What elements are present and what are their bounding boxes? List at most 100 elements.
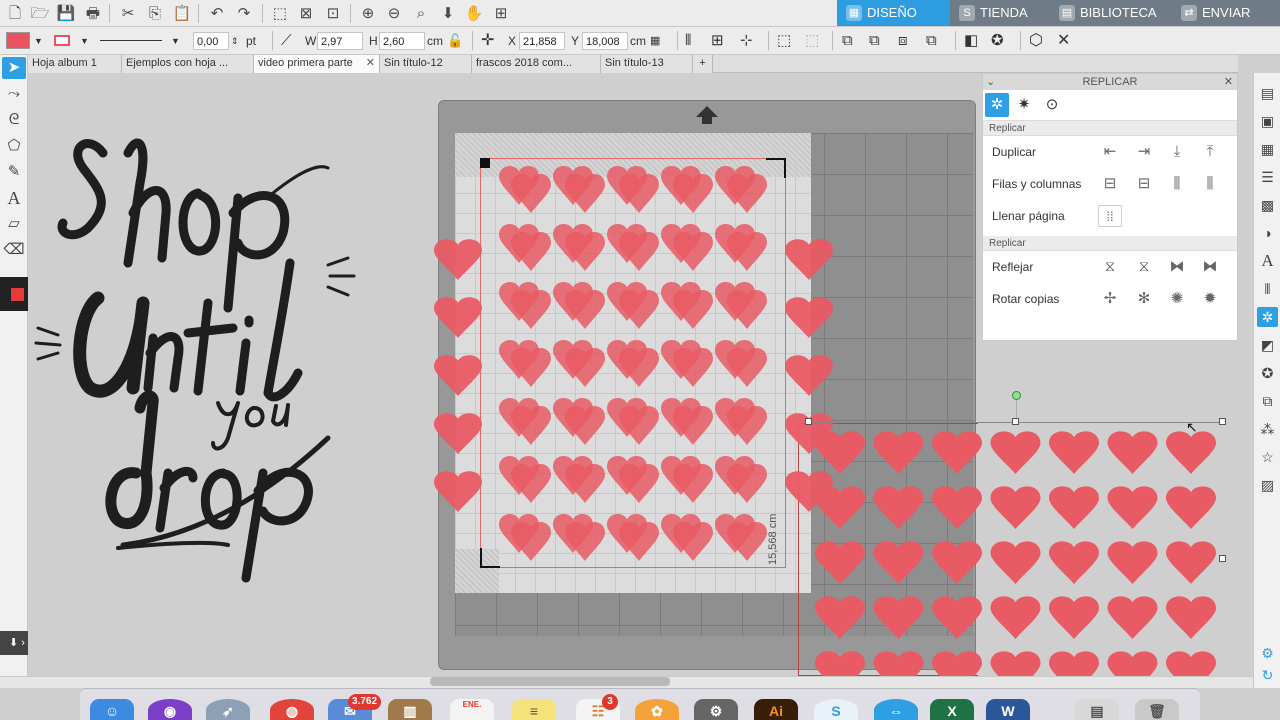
heart-selected[interactable]	[1107, 541, 1158, 584]
rotate-6-icon[interactable]: ✻	[1132, 288, 1156, 310]
launchpad-icon[interactable]: ➶	[206, 699, 250, 720]
weld-icon[interactable]: ⧉	[842, 31, 853, 51]
y-position-field[interactable]: 18,008	[582, 32, 628, 50]
height-field[interactable]: 2,60	[379, 32, 425, 50]
heart-copy[interactable]	[565, 290, 605, 329]
heart-copy[interactable]	[727, 522, 767, 561]
heart-selected[interactable]	[815, 486, 865, 529]
heart-selected[interactable]	[932, 651, 982, 676]
heart-copy[interactable]	[619, 464, 659, 503]
chevron-down-icon[interactable]: ▼	[34, 31, 43, 51]
heart-copy[interactable]	[511, 522, 551, 561]
heart-selected[interactable]	[873, 486, 924, 529]
heart-selected[interactable]	[1049, 486, 1099, 529]
notes-icon[interactable]: ≡	[512, 699, 556, 720]
star-icon[interactable]: ☆	[1257, 447, 1278, 467]
heart-copy[interactable]	[511, 406, 551, 445]
scissors-icon[interactable]: ✂	[117, 3, 139, 24]
new-tab-button[interactable]: +	[693, 55, 713, 73]
heart-selected[interactable]	[1107, 596, 1158, 639]
columns-1-icon[interactable]: ⫼	[1165, 173, 1189, 195]
heart-selected[interactable]	[1166, 486, 1216, 529]
heart-selected[interactable]	[1049, 431, 1099, 474]
heart[interactable]	[434, 239, 482, 280]
center-icon[interactable]: ⊹	[740, 31, 753, 51]
siri-icon[interactable]: ◉	[148, 699, 192, 720]
heart-selected[interactable]	[990, 431, 1041, 474]
duplicate-left-icon[interactable]: ⇤	[1098, 141, 1122, 163]
mail-icon[interactable]: ✉ 3.762	[328, 694, 382, 720]
heart-selected[interactable]	[873, 651, 924, 676]
heart-copy[interactable]	[619, 290, 659, 329]
heart-copy[interactable]	[565, 174, 605, 213]
heart[interactable]	[434, 355, 482, 396]
zoom-selection-icon[interactable]: ⌕	[410, 3, 432, 24]
heart-selected[interactable]	[1166, 541, 1216, 584]
settings-gear-icon[interactable]: ⚙	[1257, 643, 1278, 663]
eraser-icon[interactable]: ⌫	[2, 239, 26, 261]
grid-icon[interactable]: ▦	[1257, 139, 1278, 159]
reference-point-icon[interactable]: ▦	[650, 31, 660, 51]
move-down-icon[interactable]: ⬇	[437, 3, 459, 24]
rotate-8-icon[interactable]: ✺	[1165, 288, 1189, 310]
line-color-swatch[interactable]	[54, 35, 70, 46]
resize-handle[interactable]	[1219, 555, 1226, 562]
magic-replicate-icon[interactable]: ✷	[1012, 93, 1036, 117]
tab-sin-titulo-12[interactable]: Sin título-12	[380, 55, 472, 73]
heart-selected[interactable]	[1107, 486, 1158, 529]
tab-sin-titulo-13[interactable]: Sin título-13	[601, 55, 693, 73]
bezier-icon[interactable]: ᘓ	[2, 109, 26, 131]
heart-copy[interactable]	[673, 406, 713, 445]
heart-copy[interactable]	[673, 464, 713, 503]
offset-icon[interactable]: ◧	[964, 31, 978, 51]
select-pointer-icon[interactable]: ➤	[2, 57, 26, 79]
heart-copy[interactable]	[565, 464, 605, 503]
heart-copy[interactable]	[619, 174, 659, 213]
chrome-icon[interactable]: ◍	[270, 699, 314, 720]
line-width-field[interactable]: 0,00	[193, 32, 229, 50]
stepper-icon[interactable]: ⇕	[231, 31, 239, 51]
deselect-icon[interactable]: ⊠	[295, 3, 317, 24]
fill-tool-icon[interactable]: ▱	[2, 213, 26, 235]
heart-copy[interactable]	[727, 290, 767, 329]
x-position-field[interactable]: 21,858	[519, 32, 565, 50]
line-tool-icon[interactable]: ⟋	[281, 31, 292, 51]
heart-copy[interactable]	[673, 174, 713, 213]
save-icon[interactable]: 💾	[55, 3, 77, 24]
downloads-stack-icon[interactable]: ▤	[1075, 699, 1119, 720]
chevron-down-icon[interactable]: ▼	[80, 31, 89, 51]
align-icon[interactable]: ⫴	[685, 31, 691, 51]
heart-selected[interactable]	[932, 486, 982, 529]
open-folder-icon[interactable]: 🗁	[29, 3, 51, 24]
crop-icon[interactable]: ⧉	[926, 31, 937, 51]
tab-biblioteca[interactable]: ▤ BIBLIOTECA	[1050, 0, 1172, 26]
heart-selected[interactable]	[1049, 651, 1099, 676]
tab-diseno[interactable]: ▦ DISEÑO	[837, 0, 950, 26]
photos-icon[interactable]: ✿	[635, 699, 679, 720]
heart-selected[interactable]	[1166, 651, 1216, 676]
heart-selected[interactable]	[1166, 431, 1216, 474]
calendar-icon[interactable]: ENE.	[450, 699, 494, 720]
collapse-icon[interactable]: ⌄	[986, 74, 995, 90]
replicate-tab-icon[interactable]: ✲	[985, 93, 1009, 117]
heart[interactable]	[434, 413, 482, 454]
silhouette-icon[interactable]: S	[814, 699, 858, 720]
fill-panel-icon[interactable]: ▩	[1257, 195, 1278, 215]
heart-selected[interactable]	[1107, 651, 1158, 676]
copy-icon[interactable]: ⎘	[144, 3, 166, 24]
heart-selected[interactable]	[873, 596, 924, 639]
transform-icon[interactable]: ⫴	[1257, 279, 1278, 299]
excel-icon[interactable]: X	[930, 699, 974, 720]
finder-icon[interactable]: ☺	[90, 699, 134, 720]
duplicate-down-icon[interactable]: ⤓	[1165, 141, 1189, 163]
ungroup-icon[interactable]: ⬚	[805, 31, 819, 51]
heart-copy[interactable]	[673, 348, 713, 387]
mirror-right-icon[interactable]: ⧓	[1198, 256, 1222, 278]
pan-hand-icon[interactable]: ✋	[463, 3, 485, 24]
tab-ejemplos[interactable]: Ejemplos con hoja ...	[122, 55, 254, 73]
heart-copy[interactable]	[727, 232, 767, 271]
heart-selected[interactable]	[990, 541, 1041, 584]
zoom-out-icon[interactable]: ⊖	[383, 3, 405, 24]
heart-selected[interactable]	[1166, 596, 1216, 639]
pixscan-icon[interactable]: ▣	[1257, 111, 1278, 131]
